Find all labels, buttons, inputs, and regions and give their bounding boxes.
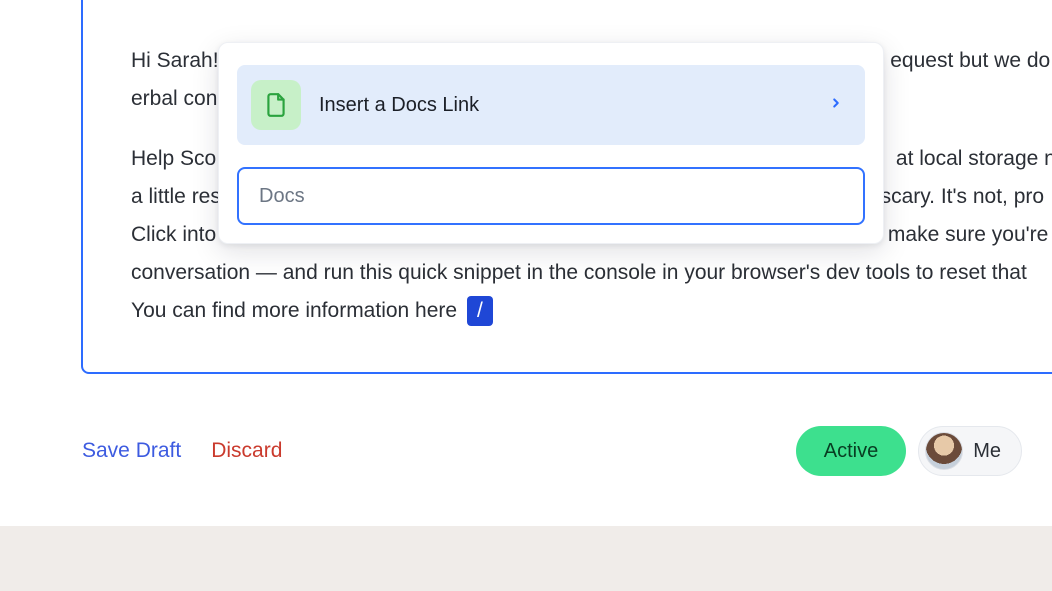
docs-icon (251, 80, 301, 130)
text-fragment: scary. It's not, pro (881, 185, 1045, 208)
assignee-me-pill[interactable]: Me (918, 426, 1022, 476)
avatar (925, 432, 963, 470)
text-fragment: conversation — and run this quick snippe… (131, 254, 1052, 292)
text-fragment: make sure you're (888, 223, 1048, 246)
text-fragment: Click into (131, 223, 216, 246)
compose-action-bar: Save Draft Discard Active Me (0, 406, 1052, 496)
chevron-right-icon (829, 96, 843, 115)
assignee-label: Me (973, 440, 1001, 463)
text-fragment: Hi Sarah! (131, 49, 219, 72)
discard-button[interactable]: Discard (211, 439, 282, 463)
insert-docs-link-option[interactable]: Insert a Docs Link (237, 65, 865, 145)
option-label: Insert a Docs Link (319, 94, 829, 117)
slash-command-popover: Insert a Docs Link (218, 42, 884, 244)
text-fragment: You can find more information here (131, 299, 457, 322)
text-fragment: Help Sco (131, 147, 216, 170)
text-fragment: at local storage n (896, 147, 1052, 170)
status-active-pill[interactable]: Active (796, 426, 906, 476)
slash-command-trigger[interactable]: / (467, 296, 493, 326)
docs-search-input[interactable] (237, 167, 865, 225)
save-draft-button[interactable]: Save Draft (82, 439, 181, 463)
text-fragment: a little res (131, 185, 221, 208)
app-surface: Hi Sarah! equest but we do erbal con Hel… (0, 0, 1052, 526)
text-fragment: equest but we do (890, 49, 1050, 72)
